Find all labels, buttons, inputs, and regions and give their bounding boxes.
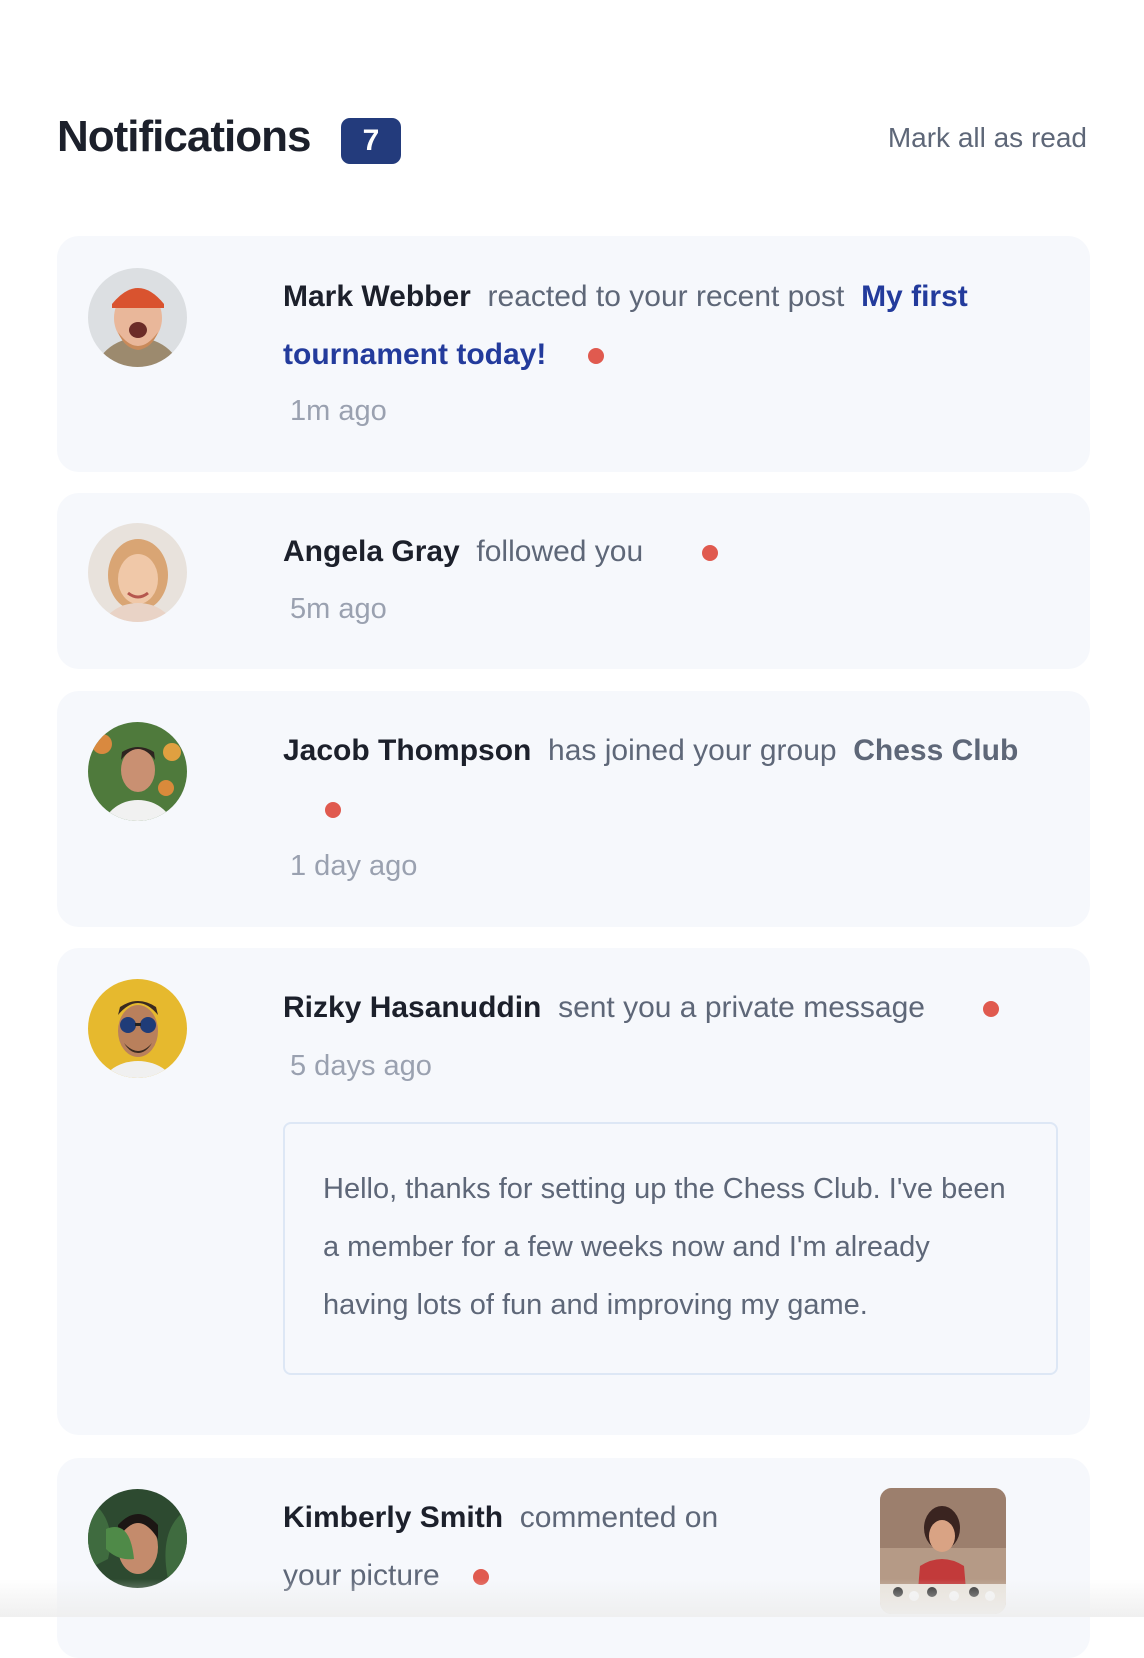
group-link[interactable]: Chess Club [853,734,1018,767]
notification-card[interactable]: Jacob Thompson has joined your group Che… [57,691,1090,927]
user-name[interactable]: Rizky Hasanuddin [283,991,541,1024]
private-message-text: Hello, thanks for setting up the Chess C… [323,1173,1006,1321]
notification-card[interactable]: Angela Gray followed you 5m ago [57,493,1090,669]
action-text: reacted to your recent post [487,280,845,313]
bottom-fade [0,1579,1144,1617]
notification-card[interactable]: Rizky Hasanuddin sent you a private mess… [57,948,1090,1435]
timestamp: 1m ago [290,395,387,427]
unread-dot [701,545,718,562]
unread-dot [983,1001,1000,1018]
action-text: followed you [476,535,644,568]
notification-text: Rizky Hasanuddin sent you a private mess… [283,979,1043,1037]
avatar-kimberly-smith[interactable] [88,1489,187,1588]
action-text: sent you a private message [558,991,925,1024]
timestamp: 1 day ago [290,850,418,882]
avatar-jacob-thompson[interactable] [88,722,187,821]
timestamp: 5 days ago [290,1050,432,1082]
avatar-mark-webber[interactable] [88,268,187,367]
notification-text: Jacob Thompson has joined your group Che… [283,722,1043,838]
private-message[interactable]: Hello, thanks for setting up the Chess C… [283,1122,1058,1375]
page-title: Notifications [57,112,311,161]
mark-all-as-read-button[interactable]: Mark all as read [888,122,1087,154]
notification-card[interactable]: Kimberly Smith commented on your picture [57,1458,1090,1658]
unread-dot [588,348,605,365]
user-name[interactable]: Angela Gray [283,535,460,568]
user-name[interactable]: Mark Webber [283,280,471,313]
notification-text: Mark Webber reacted to your recent post … [283,268,1043,384]
avatar-rizky-hasanuddin[interactable] [88,979,187,1078]
notification-text: Angela Gray followed you [283,523,1043,581]
timestamp: 5m ago [290,593,387,625]
action-text: has joined your group [548,734,837,767]
avatar-angela-gray[interactable] [88,523,187,622]
unread-dot [324,802,341,819]
user-name[interactable]: Jacob Thompson [283,734,531,767]
user-name[interactable]: Kimberly Smith [283,1501,503,1534]
unread-count-badge: 7 [341,118,401,164]
notifications-header: Notifications 7 Mark all as read [57,108,1087,168]
notification-card[interactable]: Mark Webber reacted to your recent post … [57,236,1090,472]
